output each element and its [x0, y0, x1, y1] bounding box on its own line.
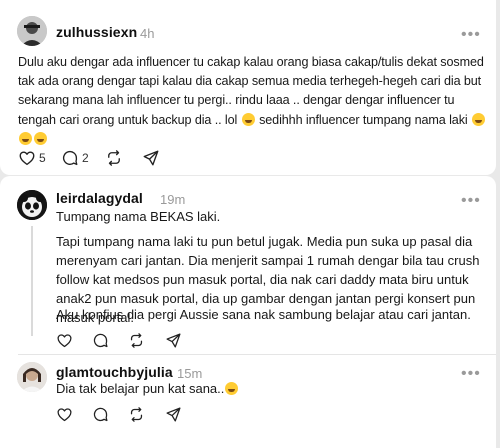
repost-button[interactable]	[128, 330, 145, 350]
heart-icon	[19, 151, 35, 166]
post-avatar[interactable]	[17, 16, 47, 46]
more-icon[interactable]: •••	[461, 366, 481, 382]
post-card: zulhussiexn 4h ••• Dulu aku dengar ada i…	[0, 0, 496, 175]
like-button[interactable]	[56, 330, 73, 350]
thread-line	[31, 226, 33, 336]
heart-icon	[57, 333, 72, 347]
reply2-avatar[interactable]	[17, 362, 47, 392]
share-button[interactable]	[165, 330, 182, 350]
repost-button[interactable]	[105, 148, 123, 168]
repost-icon	[108, 150, 120, 166]
share-icon	[143, 150, 159, 166]
reply1-time: 19m	[160, 192, 186, 207]
sad-emoji-icon	[472, 112, 485, 126]
tilted-smile-emoji-icon	[19, 131, 32, 145]
reply1-paragraph: Aku konfius dia pergi Aussie sana nak sa…	[56, 307, 471, 322]
comment-button[interactable]: 2	[61, 148, 89, 168]
comment-icon	[93, 333, 108, 347]
comment-button[interactable]	[92, 404, 109, 424]
repost-icon	[130, 406, 143, 422]
post-text-line: sekarang mana lah influencer tu pergi.. …	[18, 93, 455, 108]
user-avatar-icon	[17, 16, 47, 46]
grinning-sweat-emoji-icon	[225, 382, 239, 395]
more-icon[interactable]: •••	[461, 27, 481, 43]
post-username[interactable]: zulhussiexn	[56, 24, 137, 40]
like-count: 5	[39, 151, 46, 165]
share-icon	[166, 332, 181, 348]
post-text: Dulu aku dengar ada influencer tu cakap …	[18, 53, 486, 149]
reply2-username[interactable]: glamtouchbyjulia	[56, 364, 173, 380]
reply1-username[interactable]: leirdalagydal	[56, 190, 143, 206]
comment-icon	[93, 407, 108, 421]
reply1-avatar[interactable]	[17, 190, 47, 220]
comment-count: 2	[82, 151, 89, 165]
tilted-smile-emoji-icon	[34, 131, 47, 145]
share-button[interactable]	[142, 148, 160, 168]
reply1-paragraph: Tumpang nama BEKAS laki.	[56, 209, 221, 224]
reply2-time: 15m	[177, 366, 203, 381]
post-time: 4h	[140, 26, 155, 41]
user-avatar-icon	[17, 362, 47, 392]
more-icon[interactable]: •••	[461, 193, 481, 209]
post-text-line-wrap: tengah cari orang untuk backup dia .. lo…	[18, 111, 486, 130]
comment-button[interactable]	[92, 330, 109, 350]
laughing-emoji-icon	[241, 112, 255, 126]
like-button[interactable]: 5	[18, 148, 46, 168]
like-button[interactable]	[56, 404, 73, 424]
reply-divider	[18, 354, 496, 355]
share-icon	[166, 406, 181, 422]
comment-icon	[62, 150, 78, 166]
post-text-line: Dulu aku dengar ada influencer tu cakap …	[18, 55, 484, 69]
heart-icon	[57, 407, 72, 421]
repost-icon	[130, 332, 143, 348]
reply2-text: Dia tak belajar pun kat sana..	[56, 381, 225, 396]
post-text-segment: sedihhh influencer tumpang nama laki	[259, 112, 468, 127]
repost-button[interactable]	[128, 404, 145, 424]
share-button[interactable]	[165, 404, 182, 424]
reply2-text-wrap: Dia tak belajar pun kat sana..	[56, 380, 486, 398]
panda-avatar-icon	[17, 190, 47, 220]
post-text-line: tak ada orang dengar tapi kalau dia caka…	[18, 74, 482, 89]
post-text-segment: tengah cari orang untuk backup dia .. lo…	[18, 112, 238, 127]
replies-card: leirdalagydal 19m ••• Tumpang nama BEKAS…	[0, 176, 496, 448]
post-text-emoji-line	[18, 130, 486, 149]
